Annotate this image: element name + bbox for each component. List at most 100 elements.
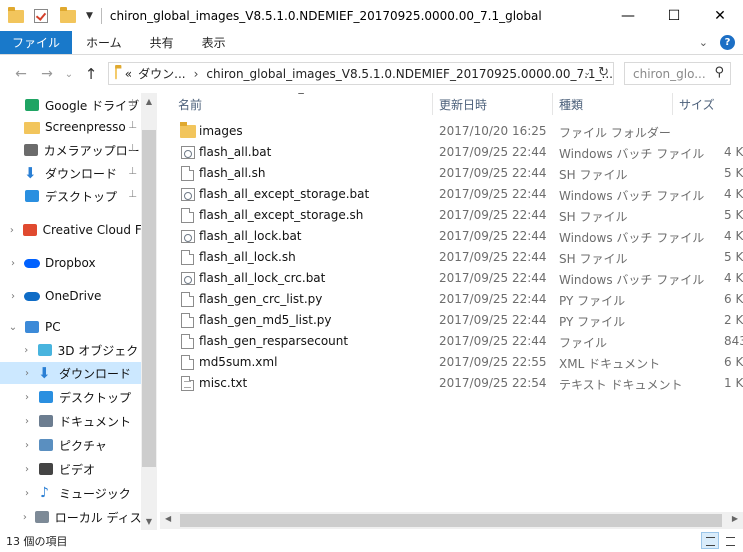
tab-file[interactable]: ファイル xyxy=(0,31,73,54)
file-row[interactable]: flash_gen_md5_list.py 2017/09/25 22:44 PY … xyxy=(160,310,743,331)
sidebar-item[interactable]: ⬇ ダウンロード ⊥ xyxy=(0,162,141,184)
file-row[interactable]: flash_all_except_storage.sh 2017/09/25 22… xyxy=(160,205,743,226)
file-row[interactable]: flash_all_except_storage.bat 2017/09/25 2… xyxy=(160,184,743,205)
column-divider[interactable] xyxy=(552,93,553,115)
scrollbar-thumb[interactable] xyxy=(142,130,156,467)
forward-arrow-icon[interactable]: → xyxy=(36,66,58,82)
batch-file-icon xyxy=(181,146,195,159)
expand-chevron-icon[interactable]: › xyxy=(6,258,20,269)
file-row[interactable]: md5sum.xml 2017/09/25 22:55 XML ドキュメント 6 KB xyxy=(160,352,743,373)
scrollbar-thumb[interactable] xyxy=(180,514,722,527)
expand-chevron-icon[interactable]: › xyxy=(20,440,34,451)
file-list-horizontal-scrollbar[interactable]: ◀ ▶ xyxy=(160,512,743,529)
sidebar-item[interactable]: › ローカル ディスク (C:) xyxy=(0,506,141,528)
file-type: SH ファイル xyxy=(559,168,628,182)
sidebar-item[interactable]: › ⬇ ダウンロード xyxy=(0,362,141,384)
column-divider[interactable] xyxy=(432,93,433,115)
tab-home[interactable]: ホーム xyxy=(72,31,136,54)
expand-chevron-icon[interactable]: › xyxy=(20,488,34,499)
file-size: 4 KB xyxy=(724,271,743,285)
column-date[interactable]: 更新日時 xyxy=(439,96,487,113)
file-row[interactable]: flash_all_lock_crc.bat 2017/09/25 22:44 Wi… xyxy=(160,268,743,289)
column-divider[interactable] xyxy=(672,93,673,115)
expand-chevron-icon[interactable]: › xyxy=(20,416,34,427)
expand-chevron-icon[interactable]: › xyxy=(20,512,30,523)
search-input[interactable]: chiron_glo... xyxy=(633,67,706,81)
recent-locations-chevron-icon[interactable]: ⌄ xyxy=(58,69,80,80)
minimize-button[interactable]: — xyxy=(605,0,651,31)
properties-check-icon[interactable] xyxy=(34,8,50,24)
file-name: flash_all_lock.bat xyxy=(199,229,302,243)
file-name: flash_all.bat xyxy=(199,145,272,159)
refresh-icon[interactable]: ↻ xyxy=(598,65,609,80)
file-row[interactable]: flash_all.sh 2017/09/25 22:44 SH ファイル 5 KB xyxy=(160,163,743,184)
sidebar-item[interactable]: › Dropbox xyxy=(0,252,141,274)
sidebar-item[interactable]: Screenpresso ⊥ xyxy=(0,116,141,138)
sidebar-item[interactable]: デスクトップ ⊥ xyxy=(0,185,141,207)
expand-chevron-icon[interactable]: › xyxy=(20,345,33,356)
3d-objects-icon xyxy=(37,342,53,358)
expand-chevron-icon[interactable]: › xyxy=(20,392,34,403)
sidebar-item[interactable]: › デスクトップ xyxy=(0,386,141,408)
tab-view[interactable]: 表示 xyxy=(188,31,240,54)
sidebar-item[interactable]: ⌄ PC xyxy=(0,316,141,338)
file-name: flash_gen_crc_list.py xyxy=(199,292,323,306)
sidebar-item-label: Google ドライブ xyxy=(45,98,140,113)
large-icons-view-icon[interactable] xyxy=(721,532,739,549)
expand-ribbon-chevron-icon[interactable]: ⌄ xyxy=(699,36,708,49)
status-bar: 13 個の項目 xyxy=(0,530,743,552)
scroll-up-arrow-icon[interactable]: ▲ xyxy=(141,97,157,106)
column-type[interactable]: 種類 xyxy=(559,96,583,113)
address-dropdown-chevron-icon[interactable]: ⌄ xyxy=(583,68,591,78)
sidebar-item[interactable]: Google ドライブ ⊥ xyxy=(0,94,141,116)
creative-cloud-icon xyxy=(22,222,38,238)
file-icon xyxy=(181,355,194,370)
help-icon[interactable]: ? xyxy=(720,35,735,50)
title-divider xyxy=(100,7,102,24)
column-name[interactable]: 名前 xyxy=(178,96,202,113)
new-folder-icon[interactable] xyxy=(60,6,76,24)
file-row[interactable]: flash_gen_resparsecount 2017/09/25 22:44 フ… xyxy=(160,331,743,352)
breadcrumb-current-folder[interactable]: chiron_global_images_V8.5.1.0.NDEMIEF_20… xyxy=(206,67,613,81)
sidebar-item[interactable]: カメラアップロード ⊥ xyxy=(0,139,141,161)
column-size[interactable]: サイズ xyxy=(679,96,715,113)
sidebar-item[interactable]: › ドキュメント xyxy=(0,410,141,432)
expand-chevron-icon[interactable]: › xyxy=(6,291,20,302)
pin-icon: ⊥ xyxy=(128,189,137,200)
file-row[interactable]: flash_all.bat 2017/09/25 22:44 Windows バッチ… xyxy=(160,142,743,163)
breadcrumb-downloads[interactable]: ダウン... xyxy=(138,65,185,82)
customize-toolbar-chevron-icon[interactable]: ▼ xyxy=(86,11,93,21)
sidebar-item[interactable]: › ピクチャ xyxy=(0,434,141,456)
navigation-pane-scrollbar[interactable]: ▲ ▼ xyxy=(141,93,157,530)
address-bar[interactable]: « ダウン... › chiron_global_images_V8.5.1.0… xyxy=(108,62,614,85)
collapse-chevron-icon[interactable]: ⌄ xyxy=(6,322,20,333)
file-row[interactable]: flash_all_lock.bat 2017/09/25 22:44 Window… xyxy=(160,226,743,247)
scroll-down-arrow-icon[interactable]: ▼ xyxy=(141,517,157,526)
file-row[interactable]: misc.txt 2017/09/25 22:54 テキスト ドキュメント 1 KB xyxy=(160,373,743,394)
details-view-icon[interactable] xyxy=(701,532,719,549)
expand-chevron-icon[interactable]: › xyxy=(20,368,34,379)
search-box[interactable]: chiron_glo... ⚲ xyxy=(624,62,731,85)
file-row[interactable]: images 2017/10/20 16:25 ファイル フォルダー xyxy=(160,121,743,142)
scroll-left-arrow-icon[interactable]: ◀ xyxy=(165,514,171,523)
sidebar-item[interactable]: › ビデオ xyxy=(0,458,141,480)
sidebar-item[interactable]: › ♪ ミュージック xyxy=(0,482,141,504)
scroll-right-arrow-icon[interactable]: ▶ xyxy=(732,514,738,523)
file-row[interactable]: flash_all_lock.sh 2017/09/25 22:44 SH ファイル… xyxy=(160,247,743,268)
expand-chevron-icon[interactable]: › xyxy=(20,464,34,475)
search-icon[interactable]: ⚲ xyxy=(714,65,724,80)
breadcrumb-overflow[interactable]: « xyxy=(125,67,132,81)
breadcrumb-separator-icon[interactable]: › xyxy=(194,67,199,81)
maximize-button[interactable]: ☐ xyxy=(651,0,697,31)
tab-share[interactable]: 共有 xyxy=(136,31,188,54)
sidebar-item[interactable]: › Creative Cloud Files xyxy=(0,219,141,241)
file-row[interactable]: flash_gen_crc_list.py 2017/09/25 22:44 PY … xyxy=(160,289,743,310)
file-size: 6 KB xyxy=(724,355,743,369)
sidebar-item[interactable]: › 3D オブジェクト xyxy=(0,339,141,361)
expand-chevron-icon[interactable]: › xyxy=(6,225,18,236)
back-arrow-icon[interactable]: ← xyxy=(10,66,32,82)
file-date: 2017/09/25 22:44 xyxy=(439,187,547,201)
sidebar-item[interactable]: › OneDrive xyxy=(0,285,141,307)
close-button[interactable]: ✕ xyxy=(697,0,743,31)
up-arrow-icon[interactable]: ↑ xyxy=(80,65,102,83)
